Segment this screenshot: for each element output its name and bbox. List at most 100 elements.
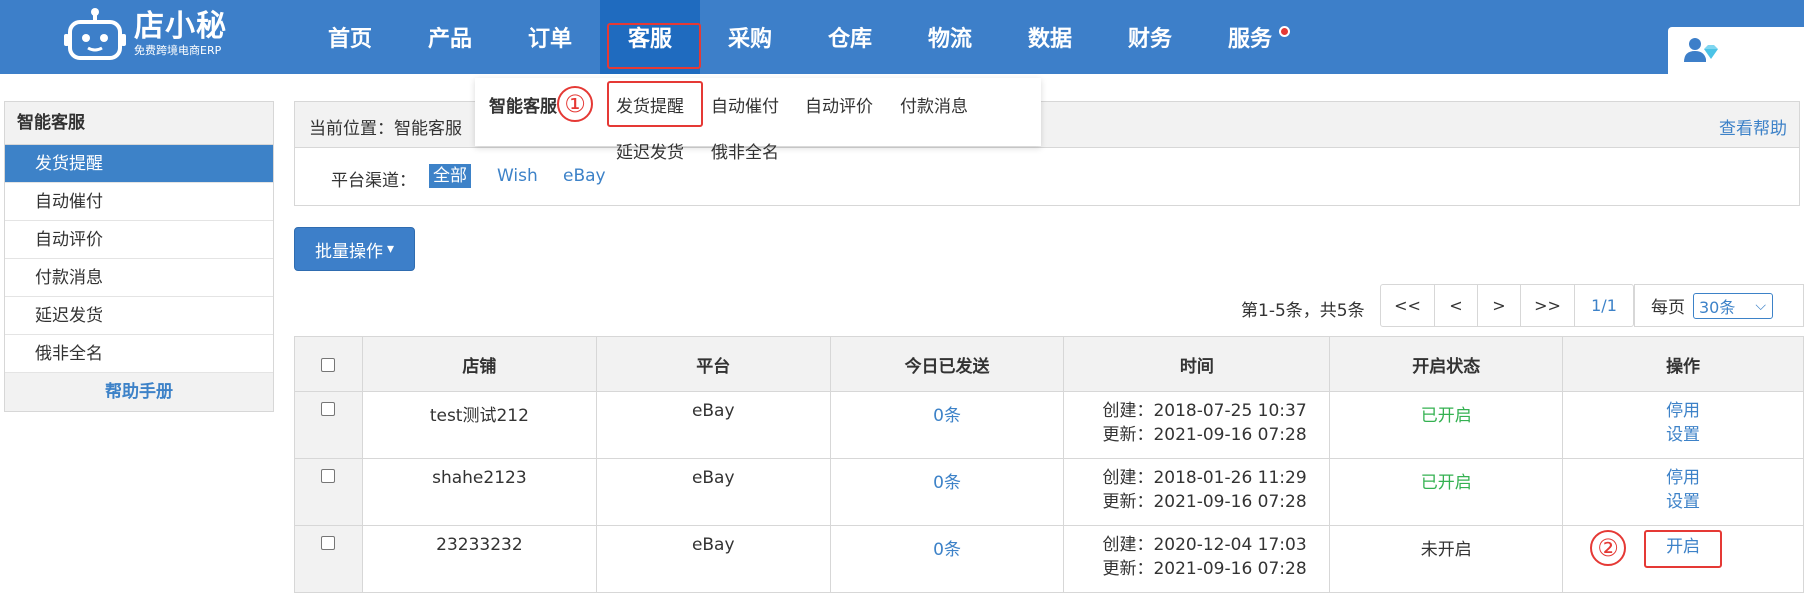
- nav-home[interactable]: 首页: [300, 0, 400, 74]
- shop-cell: test测试212: [361, 391, 597, 459]
- sent-count-link[interactable]: 0条: [933, 473, 961, 493]
- top-nav-bar: 店小秘 免费跨境电商ERP 首页 产品 订单 客服 采购 仓库 物流 数据 财务…: [0, 0, 1804, 74]
- actions-cell: 停用 设置: [1562, 458, 1804, 526]
- submenu-title: 智能客服: [489, 97, 557, 117]
- select-all-checkbox[interactable]: [321, 357, 336, 372]
- nav-finance-label: 财务: [1127, 27, 1172, 52]
- status-text: 已开启: [1420, 406, 1472, 426]
- submenu-item-payment-message[interactable]: 付款消息: [900, 92, 968, 117]
- col-header-sent-today: 今日已发送: [829, 336, 1065, 392]
- page-indicator[interactable]: 1/1: [1575, 285, 1633, 326]
- sidebar-item-auto-payment-reminder[interactable]: 自动催付: [5, 183, 273, 221]
- nav-data-label: 数据: [1027, 27, 1072, 52]
- nav-warehouse-label: 仓库: [827, 27, 872, 52]
- nav-logistics-label: 物流: [927, 27, 972, 52]
- nav-logistics[interactable]: 物流: [900, 0, 1000, 74]
- reminder-table: 店铺 平台 今日已发送 时间 开启状态 操作 test测试212 eBay 0条…: [294, 336, 1804, 593]
- customer-service-submenu: 智能客服 ① 发货提醒 自动催付 自动评价 付款消息 延迟发货 俄非全名: [475, 78, 1041, 163]
- per-page-label: 每页: [1651, 298, 1685, 318]
- sidebar-item-shipping-reminder[interactable]: 发货提醒: [5, 145, 273, 183]
- last-page-button[interactable]: >>: [1521, 285, 1575, 326]
- nav-products-label: 产品: [427, 27, 472, 52]
- sidebar-item-payment-message[interactable]: 付款消息: [5, 259, 273, 297]
- row-select-cell: [294, 525, 363, 593]
- sent-count-cell: 0条: [829, 525, 1065, 593]
- next-page-button[interactable]: >: [1478, 285, 1521, 326]
- first-page-button[interactable]: <<: [1381, 285, 1435, 326]
- status-cell: 已开启: [1329, 458, 1564, 526]
- sent-count-cell: 0条: [829, 458, 1065, 526]
- submenu-item-auto-review[interactable]: 自动评价: [805, 92, 873, 117]
- chevron-down-icon: ⌵: [1755, 297, 1766, 314]
- nav-home-label: 首页: [327, 27, 372, 52]
- logo-subtitle: 免费跨境电商ERP: [134, 44, 222, 57]
- main-nav: 首页 产品 订单 客服 采购 仓库 物流 数据 财务 服务: [300, 0, 1300, 74]
- prev-page-button[interactable]: <: [1435, 285, 1478, 326]
- batch-operation-button[interactable]: 批量操作 ▾: [294, 227, 415, 271]
- logo[interactable]: 店小秘 免费跨境电商ERP: [64, 4, 227, 64]
- filter-chip-all[interactable]: 全部: [429, 164, 471, 188]
- actions-cell: 停用 设置: [1562, 391, 1804, 459]
- platform-cell: eBay: [595, 525, 831, 593]
- notification-dot: [1279, 26, 1290, 37]
- platform-filter-label: 平台渠道：: [331, 171, 416, 191]
- nav-purchase-label: 采购: [727, 27, 772, 52]
- nav-products[interactable]: 产品: [400, 0, 500, 74]
- sidebar: 智能客服 发货提醒 自动催付 自动评价 付款消息 延迟发货 俄非全名 帮助手册: [4, 101, 274, 412]
- row-checkbox[interactable]: [321, 402, 336, 416]
- nav-data[interactable]: 数据: [1000, 0, 1100, 74]
- status-cell: 未开启: [1329, 525, 1564, 593]
- batch-operation-label: 批量操作: [314, 241, 383, 262]
- view-help-link[interactable]: 查看帮助: [1719, 114, 1787, 139]
- row-select-cell: [294, 458, 363, 526]
- submenu-item-full-name[interactable]: 俄非全名: [711, 138, 779, 163]
- row-checkbox[interactable]: [321, 536, 336, 550]
- sent-count-link[interactable]: 0条: [933, 540, 961, 560]
- select-all-cell: [294, 336, 363, 392]
- filter-chip-wish[interactable]: Wish: [493, 164, 542, 188]
- nav-orders[interactable]: 订单: [500, 0, 600, 74]
- row-checkbox[interactable]: [321, 469, 336, 483]
- help-manual-link[interactable]: 帮助手册: [5, 373, 273, 411]
- status-text: 未开启: [1420, 540, 1472, 560]
- caret-down-icon: ▾: [386, 241, 395, 257]
- sidebar-title: 智能客服: [5, 102, 273, 145]
- row-select-cell: [294, 391, 363, 459]
- robot-logo-icon: [64, 6, 126, 62]
- sidebar-item-delayed-shipping[interactable]: 延迟发货: [5, 297, 273, 335]
- shop-cell: shahe2123: [361, 458, 597, 526]
- disable-button[interactable]: 停用: [1666, 468, 1700, 488]
- status-text: 已开启: [1420, 473, 1472, 493]
- actions-cell: ② 开启: [1562, 525, 1804, 593]
- nav-services[interactable]: 服务: [1200, 0, 1300, 74]
- user-menu[interactable]: [1668, 27, 1804, 74]
- per-page-value: 30条: [1699, 297, 1736, 317]
- nav-finance[interactable]: 财务: [1100, 0, 1200, 74]
- table-row: 23233232 eBay 0条 创建：2020-12-04 17:03 更新：…: [294, 525, 1804, 593]
- sent-count-link[interactable]: 0条: [933, 406, 961, 426]
- table-row: test测试212 eBay 0条 创建：2018-07-25 10:37 更新…: [294, 391, 1804, 459]
- sidebar-item-full-name[interactable]: 俄非全名: [5, 335, 273, 373]
- col-header-shop: 店铺: [361, 336, 597, 392]
- nav-purchase[interactable]: 采购: [700, 0, 800, 74]
- settings-button[interactable]: 设置: [1666, 492, 1700, 512]
- logo-title: 店小秘: [134, 9, 227, 44]
- sidebar-item-auto-review[interactable]: 自动评价: [5, 221, 273, 259]
- nav-customer-service[interactable]: 客服: [600, 0, 701, 74]
- filter-chip-ebay[interactable]: eBay: [559, 164, 610, 188]
- enable-button[interactable]: 开启: [1644, 530, 1723, 568]
- nav-warehouse[interactable]: 仓库: [800, 0, 900, 74]
- submenu-item-auto-payment-reminder[interactable]: 自动催付: [711, 92, 779, 117]
- updated-time: 更新：2021-09-16 07:28: [1102, 492, 1307, 512]
- breadcrumb-text: 当前位置：智能客服: [309, 119, 462, 139]
- settings-button[interactable]: 设置: [1666, 425, 1700, 445]
- submenu-item-delayed-shipping[interactable]: 延迟发货: [616, 138, 684, 163]
- per-page-select[interactable]: 30条 ⌵: [1693, 292, 1773, 319]
- table-header-row: 店铺 平台 今日已发送 时间 开启状态 操作: [294, 336, 1804, 392]
- disable-button[interactable]: 停用: [1666, 401, 1700, 421]
- sent-count-cell: 0条: [829, 391, 1065, 459]
- platform-cell: eBay: [595, 458, 831, 526]
- user-icon: [1684, 37, 1720, 67]
- status-cell: 已开启: [1329, 391, 1564, 459]
- submenu-item-shipping-reminder[interactable]: 发货提醒: [616, 92, 684, 117]
